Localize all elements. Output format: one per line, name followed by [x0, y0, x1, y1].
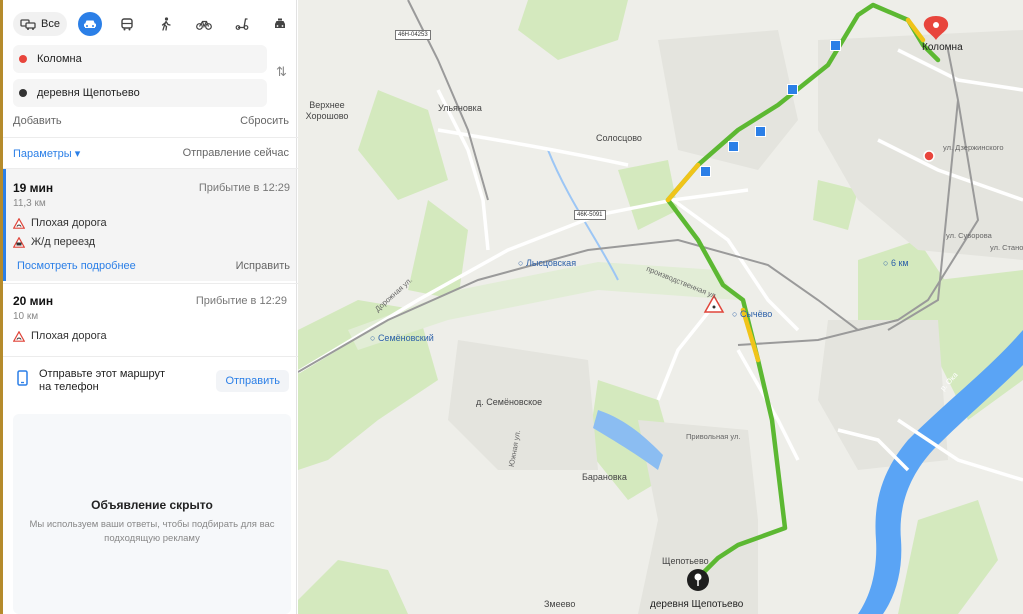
route-arrival: Прибытие в 12:29	[195, 295, 287, 307]
route-warning: Плохая дорога	[13, 217, 107, 229]
route-duration: 20 мин	[13, 294, 54, 308]
car-icon	[84, 20, 96, 28]
reset-button[interactable]: Сбросить	[240, 115, 289, 127]
station-label[interactable]: ○ Лысцовская	[518, 258, 576, 268]
road-sign-icon	[787, 84, 798, 95]
street-label: ул. Стано	[990, 243, 1023, 252]
road-number: 46Н-04253	[395, 30, 431, 40]
station-label[interactable]: ○ Сычёво	[732, 309, 772, 319]
send-route-text: Отправьте этот маршрут на телефон	[39, 368, 166, 393]
form-actions: Добавить Сбросить	[13, 115, 289, 127]
route-duration: 19 мин	[13, 181, 54, 195]
destination-dot-icon	[19, 89, 27, 97]
route-fix-link[interactable]: Исправить	[236, 260, 290, 272]
map-layer	[298, 0, 1023, 614]
road-sign-icon	[728, 141, 739, 152]
bad-road-icon	[13, 330, 25, 342]
warning-label: Плохая дорога	[31, 330, 107, 342]
railway-crossing-icon	[13, 236, 25, 248]
route-warning: Ж/д переезд	[13, 236, 95, 248]
bicycle-icon	[196, 20, 212, 30]
add-point-button[interactable]: Добавить	[13, 115, 62, 127]
road-sign-icon	[830, 40, 841, 51]
route-panel: Все Коломна деревня Щепотьево ⇅ Добавить	[0, 0, 300, 614]
pedestrian-icon	[161, 17, 171, 31]
route-option-2[interactable]: 20 мин Прибытие в 12:29 10 км Плохая дор…	[3, 284, 296, 354]
bus-icon	[121, 17, 133, 30]
taxi-icon	[275, 18, 285, 28]
warning-label: Плохая дорога	[31, 217, 107, 229]
place-label[interactable]: Щепотьево	[662, 556, 709, 566]
divider	[3, 137, 300, 138]
route-arrival: Прибытие в 12:29	[198, 182, 290, 194]
place-label[interactable]: д. Семёновское	[476, 397, 542, 407]
map-canvas[interactable]: 46Н-04253 46К-5091 Коломна Верхнее Хорош…	[298, 0, 1023, 614]
route-warning: Плохая дорога	[13, 330, 107, 342]
station-label[interactable]: ○ Семёновский	[370, 333, 434, 343]
place-label[interactable]: Змеево	[544, 599, 575, 609]
send-to-phone: Отправьте этот маршрут на телефон Отправ…	[13, 368, 289, 398]
road-sign-icon	[700, 166, 711, 177]
route-options: Параметры ▾ Отправление сейчас	[13, 147, 289, 160]
street-label: Привольная ул.	[686, 432, 741, 441]
mode-car-button[interactable]	[78, 12, 102, 36]
ad-title: Объявление скрыто	[91, 498, 213, 512]
departure-time-button[interactable]: Отправление сейчас	[183, 147, 289, 160]
origin-dot-icon	[19, 55, 27, 63]
station-label[interactable]: ○ 6 км	[883, 258, 909, 268]
route-option-1[interactable]: 19 мин Прибытие в 12:29 11,3 км Плохая д…	[3, 169, 296, 281]
route-details-link[interactable]: Посмотреть подробнее	[17, 260, 136, 272]
scooter-icon	[235, 18, 249, 30]
send-button[interactable]: Отправить	[216, 370, 289, 392]
station-name: 6 км	[890, 258, 909, 268]
route-distance: 10 км	[13, 311, 39, 322]
road-sign-icon	[755, 126, 766, 137]
destination-field[interactable]: деревня Щепотьево	[13, 79, 267, 107]
station-name: Сычёво	[739, 309, 773, 319]
place-label[interactable]: Ульяновка	[438, 103, 482, 113]
divider	[3, 356, 300, 357]
mode-bike-button[interactable]	[192, 12, 216, 36]
mode-scooter-button[interactable]	[230, 12, 254, 36]
route-distance: 11,3 км	[13, 198, 46, 209]
ad-text: Мы используем ваши ответы, чтобы подбира…	[29, 519, 275, 544]
road-number: 46К-5091	[574, 210, 606, 220]
street-label: ул. Дзержинского	[943, 143, 1004, 152]
destination-value: деревня Щепотьево	[37, 87, 140, 99]
mode-walk-button[interactable]	[154, 12, 178, 36]
destination-label[interactable]: деревня Щепотьево	[650, 599, 743, 610]
bad-road-icon	[13, 217, 25, 229]
phone-icon	[17, 370, 28, 386]
place-label[interactable]: Солосцово	[596, 133, 642, 143]
street-label: ул. Суворова	[946, 231, 992, 240]
place-label[interactable]: Коломна	[922, 42, 963, 53]
station-name: Лысцовская	[525, 258, 577, 268]
mode-taxi-button[interactable]	[268, 12, 292, 36]
mode-transit-button[interactable]	[115, 12, 139, 36]
origin-field[interactable]: Коломна	[13, 45, 267, 73]
warning-label: Ж/д переезд	[31, 236, 96, 248]
station-name: Семёновский	[377, 333, 434, 343]
ad-placeholder: Объявление скрыто Мы используем ваши отв…	[13, 414, 291, 614]
mode-icons	[3, 12, 300, 36]
origin-value: Коломна	[37, 53, 82, 65]
place-label[interactable]: Верхнее Хорошово	[304, 100, 350, 122]
swap-points-icon[interactable]: ⇅	[276, 64, 287, 80]
place-label[interactable]: Барановка	[582, 472, 627, 482]
parameters-dropdown[interactable]: Параметры ▾	[13, 147, 80, 160]
